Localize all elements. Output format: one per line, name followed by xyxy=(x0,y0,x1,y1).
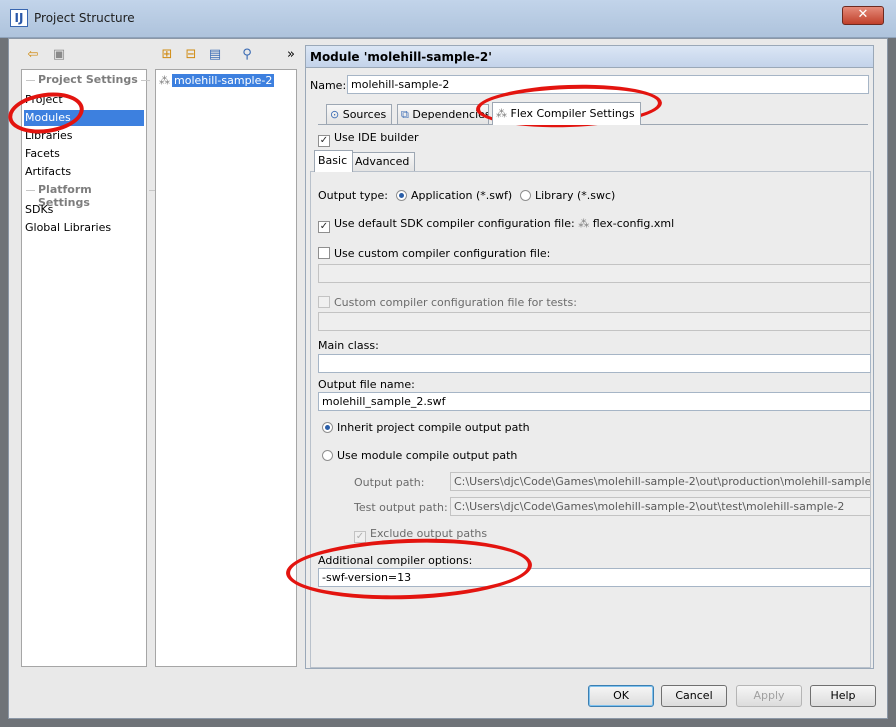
nav-item-facets[interactable]: Facets xyxy=(24,146,144,162)
output-type-label: Output type: xyxy=(318,189,388,202)
nav-item-global-libraries[interactable]: Global Libraries xyxy=(24,220,144,236)
test-output-path-label: Test output path: xyxy=(354,501,448,514)
output-app-radio[interactable] xyxy=(396,190,407,201)
sources-icon: ⊙ xyxy=(330,108,340,121)
intellij-icon: IJ xyxy=(10,9,28,27)
custom-tests-field xyxy=(318,312,871,331)
use-custom-config-checkbox[interactable] xyxy=(318,247,330,259)
custom-tests-label: Custom compiler configuration file for t… xyxy=(334,296,577,309)
use-custom-config[interactable]: Use custom compiler configuration file: xyxy=(318,247,550,260)
subtab-basic[interactable]: Basic xyxy=(314,150,354,172)
module-path-option[interactable]: Use module compile output path xyxy=(322,449,517,462)
module-path-radio[interactable] xyxy=(322,450,333,461)
modules-tree: ⁂ molehill-sample-2 xyxy=(155,69,297,667)
output-lib-radio[interactable] xyxy=(520,190,531,201)
cancel-button[interactable]: Cancel xyxy=(661,685,727,707)
use-default-sdk-label: Use default SDK compiler configuration f… xyxy=(334,217,575,230)
name-label: Name: xyxy=(310,79,347,92)
remove-icon[interactable]: ⊟ xyxy=(181,45,201,65)
tab-sources-label: Sources xyxy=(342,108,387,121)
main-class-label: Main class: xyxy=(318,339,379,352)
apply-button[interactable]: Apply xyxy=(736,685,802,707)
tree-item-module[interactable]: ⁂ molehill-sample-2 xyxy=(159,73,275,89)
output-path-field: C:\Users\djc\Code\Games\molehill-sample-… xyxy=(450,472,871,491)
inherit-path-option[interactable]: Inherit project compile output path xyxy=(322,421,530,434)
find-icon[interactable]: ⚲ xyxy=(237,45,257,65)
flex-config-label: flex-config.xml xyxy=(592,217,675,230)
tab-sources[interactable]: ⊙ Sources xyxy=(326,104,393,125)
nav-item-sdks[interactable]: SDKs xyxy=(24,202,144,218)
output-lib-option[interactable]: Library (*.swc) xyxy=(520,189,615,202)
copy-icon[interactable]: ▤ xyxy=(205,45,225,65)
use-default-sdk-checkbox[interactable]: ✓ xyxy=(318,221,330,233)
flex-icon: ⁂ xyxy=(496,107,507,120)
module-label: molehill-sample-2 xyxy=(172,74,275,87)
main-class-field[interactable] xyxy=(318,354,871,373)
output-path-label: Output path: xyxy=(354,476,425,489)
add-icon[interactable]: ⊞ xyxy=(157,45,177,65)
use-default-sdk[interactable]: ✓ Use default SDK compiler configuration … xyxy=(318,217,674,233)
output-file-label: Output file name: xyxy=(318,378,415,391)
output-lib-label: Library (*.swc) xyxy=(535,189,616,202)
dialog-body: ⇦ ▣ ⊞ ⊟ ▤ ⚲ » Project Settings Project M… xyxy=(8,38,888,719)
custom-config-field[interactable] xyxy=(318,264,871,283)
flex-config-icon: ⁂ xyxy=(578,217,590,230)
subtab-advanced[interactable]: Advanced xyxy=(351,152,416,172)
output-app-label: Application (*.swf) xyxy=(411,189,513,202)
ok-button[interactable]: OK xyxy=(588,685,654,707)
back-icon[interactable]: ⇦ xyxy=(23,45,43,65)
module-path-label: Use module compile output path xyxy=(337,449,518,462)
title-bar: IJ Project Structure ✕ xyxy=(0,0,896,38)
nav-item-artifacts[interactable]: Artifacts xyxy=(24,164,144,180)
close-button[interactable]: ✕ xyxy=(842,6,884,25)
use-ide-builder-label: Use IDE builder xyxy=(334,131,419,144)
settings-nav: Project Settings Project Modules Librari… xyxy=(21,69,158,667)
more-icon[interactable]: » xyxy=(281,45,301,65)
tab-flex-compiler-settings[interactable]: ⁂ Flex Compiler Settings xyxy=(492,102,641,125)
use-ide-builder[interactable]: ✓ Use IDE builder xyxy=(318,131,419,147)
output-app-option[interactable]: Application (*.swf) xyxy=(396,189,512,202)
custom-tests-checkbox xyxy=(318,296,330,308)
dependencies-icon: ⧉ xyxy=(401,108,409,121)
help-button[interactable]: Help xyxy=(810,685,876,707)
inherit-path-radio[interactable] xyxy=(322,422,333,433)
use-custom-config-label: Use custom compiler configuration file: xyxy=(334,247,551,260)
project-settings-header: Project Settings xyxy=(26,73,150,86)
inherit-path-label: Inherit project compile output path xyxy=(337,421,530,434)
custom-tests-config: Custom compiler configuration file for t… xyxy=(318,296,577,309)
test-output-path-field: C:\Users\djc\Code\Games\molehill-sample-… xyxy=(450,497,871,516)
output-file-field[interactable]: molehill_sample_2.swf xyxy=(318,392,871,411)
use-ide-builder-checkbox[interactable]: ✓ xyxy=(318,135,330,147)
tab-flex-label: Flex Compiler Settings xyxy=(510,107,635,120)
window-title: Project Structure xyxy=(34,11,135,25)
forward-icon[interactable]: ▣ xyxy=(49,45,69,65)
flex-module-icon: ⁂ xyxy=(159,74,170,87)
module-header: Module 'molehill-sample-2' xyxy=(306,46,873,68)
exclude-output-checkbox: ✓ xyxy=(354,531,366,543)
